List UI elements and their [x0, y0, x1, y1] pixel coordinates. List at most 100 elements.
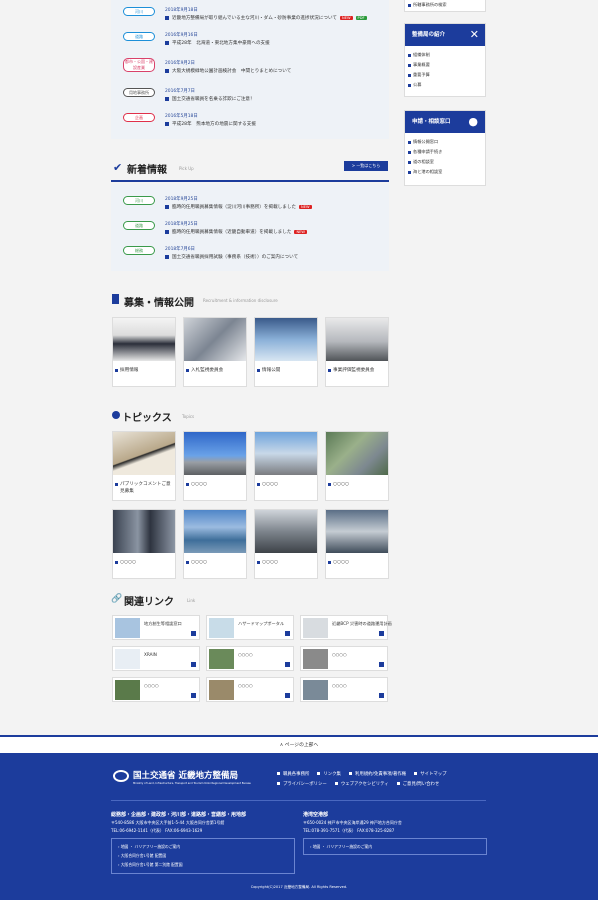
link-label: ハザードマップポータル	[238, 621, 285, 626]
news-title[interactable]: 大阪大規模緑地公園計画検討会 中間とりまとめについて	[165, 68, 291, 74]
news-item[interactable]: 企画 2016年5月18日 平成28年 熊本地方の地震に関する支援	[123, 113, 383, 135]
sidebar-item[interactable]: 各種申請手続き	[405, 147, 485, 157]
news-title[interactable]: 国土交通省職員採用試験（事務系（技術））のご案内について	[165, 254, 298, 260]
tools-icon: ✕	[469, 28, 479, 41]
arrow-right-icon	[379, 631, 384, 636]
link-thumbnail	[115, 680, 140, 700]
footer-nav-link[interactable]: プライバシーポリシー	[277, 781, 327, 787]
footer-divider	[111, 800, 486, 801]
bulb-icon	[112, 411, 120, 419]
link-label: 地方創生等相談窓口	[144, 621, 182, 626]
news-title[interactable]: 臨時的任用職員募集情報（淀川河川事務所）を掲載しました NEW	[165, 204, 312, 210]
recruit-card[interactable]: 事業評価監視委員会	[325, 317, 389, 387]
link-item[interactable]: 近畿BCP 災害時の道路運用計画	[300, 615, 392, 640]
footer-nav-link[interactable]: ウェブアクセシビリティ	[335, 781, 389, 787]
news-title[interactable]: 臨時的任用職員募集情報（近畿自動車道）を掲載しました NEW	[165, 229, 307, 235]
link-item[interactable]: ○○○○	[206, 677, 294, 702]
news-category-badge: 都市・公園・建設産業	[123, 58, 155, 72]
link-item[interactable]: ○○○○	[300, 677, 388, 702]
person-icon: ●	[468, 115, 478, 128]
topic-card[interactable]: ○○○○	[325, 509, 389, 579]
link-item[interactable]: ○○○○	[206, 646, 294, 671]
sidebar-item-office-search[interactable]: 所轄事務所の検索	[405, 0, 485, 10]
link-item[interactable]: XRAIN	[112, 646, 200, 671]
more-button[interactable]: > 一覧はこちら	[344, 161, 388, 171]
new-info-header: ✔ 新着情報 Pick Up > 一覧はこちら	[111, 158, 389, 182]
link-label: ○○○○	[332, 652, 347, 657]
topic-card-label: ○○○○	[186, 559, 245, 566]
sidebar-consult-title: 申請・相談窓口	[412, 119, 451, 125]
office2-address: 〒650-0024 神戸市中央区海岸通29 神戸地方合同庁舎	[303, 820, 402, 825]
link-thumbnail	[303, 680, 328, 700]
topic-card[interactable]: ○○○○	[183, 509, 247, 579]
office-link[interactable]: › 大阪合同庁舎1号館 第二別館 配置図	[118, 860, 288, 869]
arrow-right-icon	[379, 662, 384, 667]
topic-card[interactable]: ○○○○	[325, 431, 389, 501]
link-item[interactable]: ○○○○	[112, 677, 200, 702]
link-item[interactable]: 地方創生等相談窓口	[112, 615, 200, 640]
back-to-top-label: ページの上部へ	[284, 743, 319, 748]
links-sub: Link	[187, 598, 196, 603]
sidebar-item[interactable]: 情報公開窓口	[405, 137, 485, 147]
news-item[interactable]: 河川 2018年9月18日 近畿地方整備局が取り組んでいる主な河川・ダム・砂防事業の…	[123, 7, 383, 29]
news-title[interactable]: 近畿地方整備局が取り組んでいる主な河川・ダム・砂防事業の進捗状況について NEW P…	[165, 15, 367, 21]
back-to-top-link[interactable]: ∧ ページの上部へ	[0, 741, 598, 748]
new-info-item[interactable]: 道路 2018年9月25日 臨時的任用職員募集情報（近畿自動車道）を掲載しました NE…	[123, 221, 383, 243]
sidebar-consult-box: 申請・相談窓口 ● 情報公開窓口 各種申請手続き 道の相談室 海と港の相談室	[404, 110, 486, 186]
news-title-text: 国土交通省職員を名乗る詐欺にご注意！	[172, 97, 255, 102]
news-title[interactable]: 平成28年 北海道・東北地方集中豪雨への支援	[165, 40, 270, 46]
topic-card-label: ○○○○	[257, 481, 316, 488]
topic-card-label: パブリックコメントご意見募集	[115, 481, 174, 495]
link-item[interactable]: ○○○○	[300, 646, 388, 671]
topic-card[interactable]: ○○○○	[254, 431, 318, 501]
arrow-right-icon	[285, 631, 290, 636]
footer-nav-link[interactable]: サイトマップ	[414, 771, 446, 777]
topic-card[interactable]: ○○○○	[254, 509, 318, 579]
news-category-badge: 河川	[123, 196, 155, 205]
news-item[interactable]: 道路 2016年9月16日 平成28年 北海道・東北地方集中豪雨への支援	[123, 32, 383, 54]
recruit-card[interactable]: 情報公開	[254, 317, 318, 387]
arrow-right-icon	[379, 693, 384, 698]
office-link[interactable]: › 地図 ・ バリアフリー施設のご案内	[310, 842, 480, 851]
sidebar-item[interactable]: 道の相談室	[405, 157, 485, 167]
sidebar-item[interactable]: 海と港の相談室	[405, 167, 485, 177]
news-item[interactable]: 用地事務所 2016年7月7日 国土交通省職員を名乗る詐欺にご注意！	[123, 88, 383, 110]
topic-card[interactable]: パブリックコメントご意見募集	[112, 431, 176, 501]
sidebar-intro-items: 組織体制 事業概要 重要予算 公募	[405, 46, 485, 90]
back-to-top-bar: ∧ ページの上部へ	[0, 735, 598, 753]
sidebar-top: 所轄事務所の検索	[404, 0, 486, 12]
footer-nav-link[interactable]: ご意見/問い合わせ	[397, 781, 440, 787]
sidebar-item[interactable]: 重要予算	[405, 70, 485, 80]
footer-nav-link[interactable]: 職員各事務所	[277, 771, 309, 777]
news-title[interactable]: 国土交通省職員を名乗る詐欺にご注意！	[165, 96, 255, 102]
sidebar-item[interactable]: 事業概要	[405, 60, 485, 70]
sidebar-item[interactable]: 公募	[405, 80, 485, 90]
link-item[interactable]: ハザードマップポータル	[206, 615, 294, 640]
office-link[interactable]: › 地図 ・ バリアフリー施設のご案内	[118, 842, 288, 851]
topic-card[interactable]: ○○○○	[183, 431, 247, 501]
topic-card-image	[255, 510, 317, 553]
recruit-card[interactable]: 入札監視委員会	[183, 317, 247, 387]
news-item[interactable]: 都市・公園・建設産業 2016年9月2日 大阪大規模緑地公園計画検討会 中間とりまと…	[123, 58, 383, 82]
footer-nav-link[interactable]: リンク集	[317, 771, 341, 777]
new-info-item[interactable]: 総務 2018年7月6日 国土交通省職員採用試験（事務系（技術））のご案内について	[123, 246, 383, 268]
recruit-card[interactable]: 採用情報	[112, 317, 176, 387]
news-title-text: 平成28年 熊本地方の地震に関する支援	[172, 122, 256, 127]
topics-sub: Topics	[182, 414, 195, 419]
sidebar-item[interactable]: 組織体制	[405, 50, 485, 60]
link-label: ○○○○	[238, 652, 253, 657]
footer-nav-link[interactable]: 利用規約/免責事項/著作権	[349, 771, 406, 777]
new-info-sub: Pick Up	[179, 166, 194, 171]
recruit-sub: Recruitment & information disclosure	[203, 298, 278, 303]
news-title[interactable]: 平成28年 熊本地方の地震に関する支援	[165, 121, 256, 127]
news-category-badge: 道路	[123, 221, 155, 230]
office-link[interactable]: › 大阪合同庁舎1号館 配置図	[118, 851, 288, 860]
topic-card[interactable]: ○○○○	[112, 509, 176, 579]
new-info-item[interactable]: 河川 2018年9月25日 臨時的任用職員募集情報（淀川河川事務所）を掲載しました N…	[123, 196, 383, 218]
new-info-title: 新着情報	[127, 165, 167, 176]
new-badge: NEW	[299, 205, 312, 209]
news-category-badge: 用地事務所	[123, 88, 155, 97]
topic-card-label: ○○○○	[328, 559, 387, 566]
office1-address: 〒540-8586 大阪市中央区大手前1-5-44 大阪合同庁舎第1号館	[111, 820, 225, 825]
recruit-card-image	[184, 318, 246, 361]
